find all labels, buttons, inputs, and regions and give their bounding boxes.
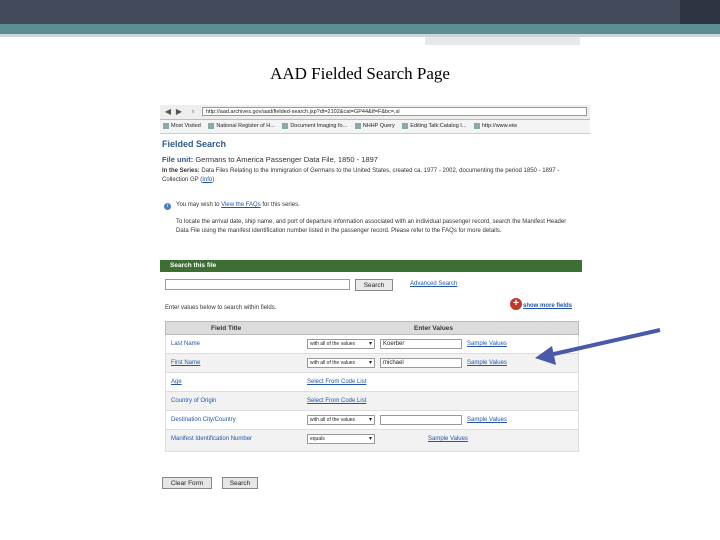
callout-arrow-icon	[535, 328, 661, 365]
arrow-shaft	[544, 328, 661, 358]
arrow-head	[535, 346, 556, 365]
